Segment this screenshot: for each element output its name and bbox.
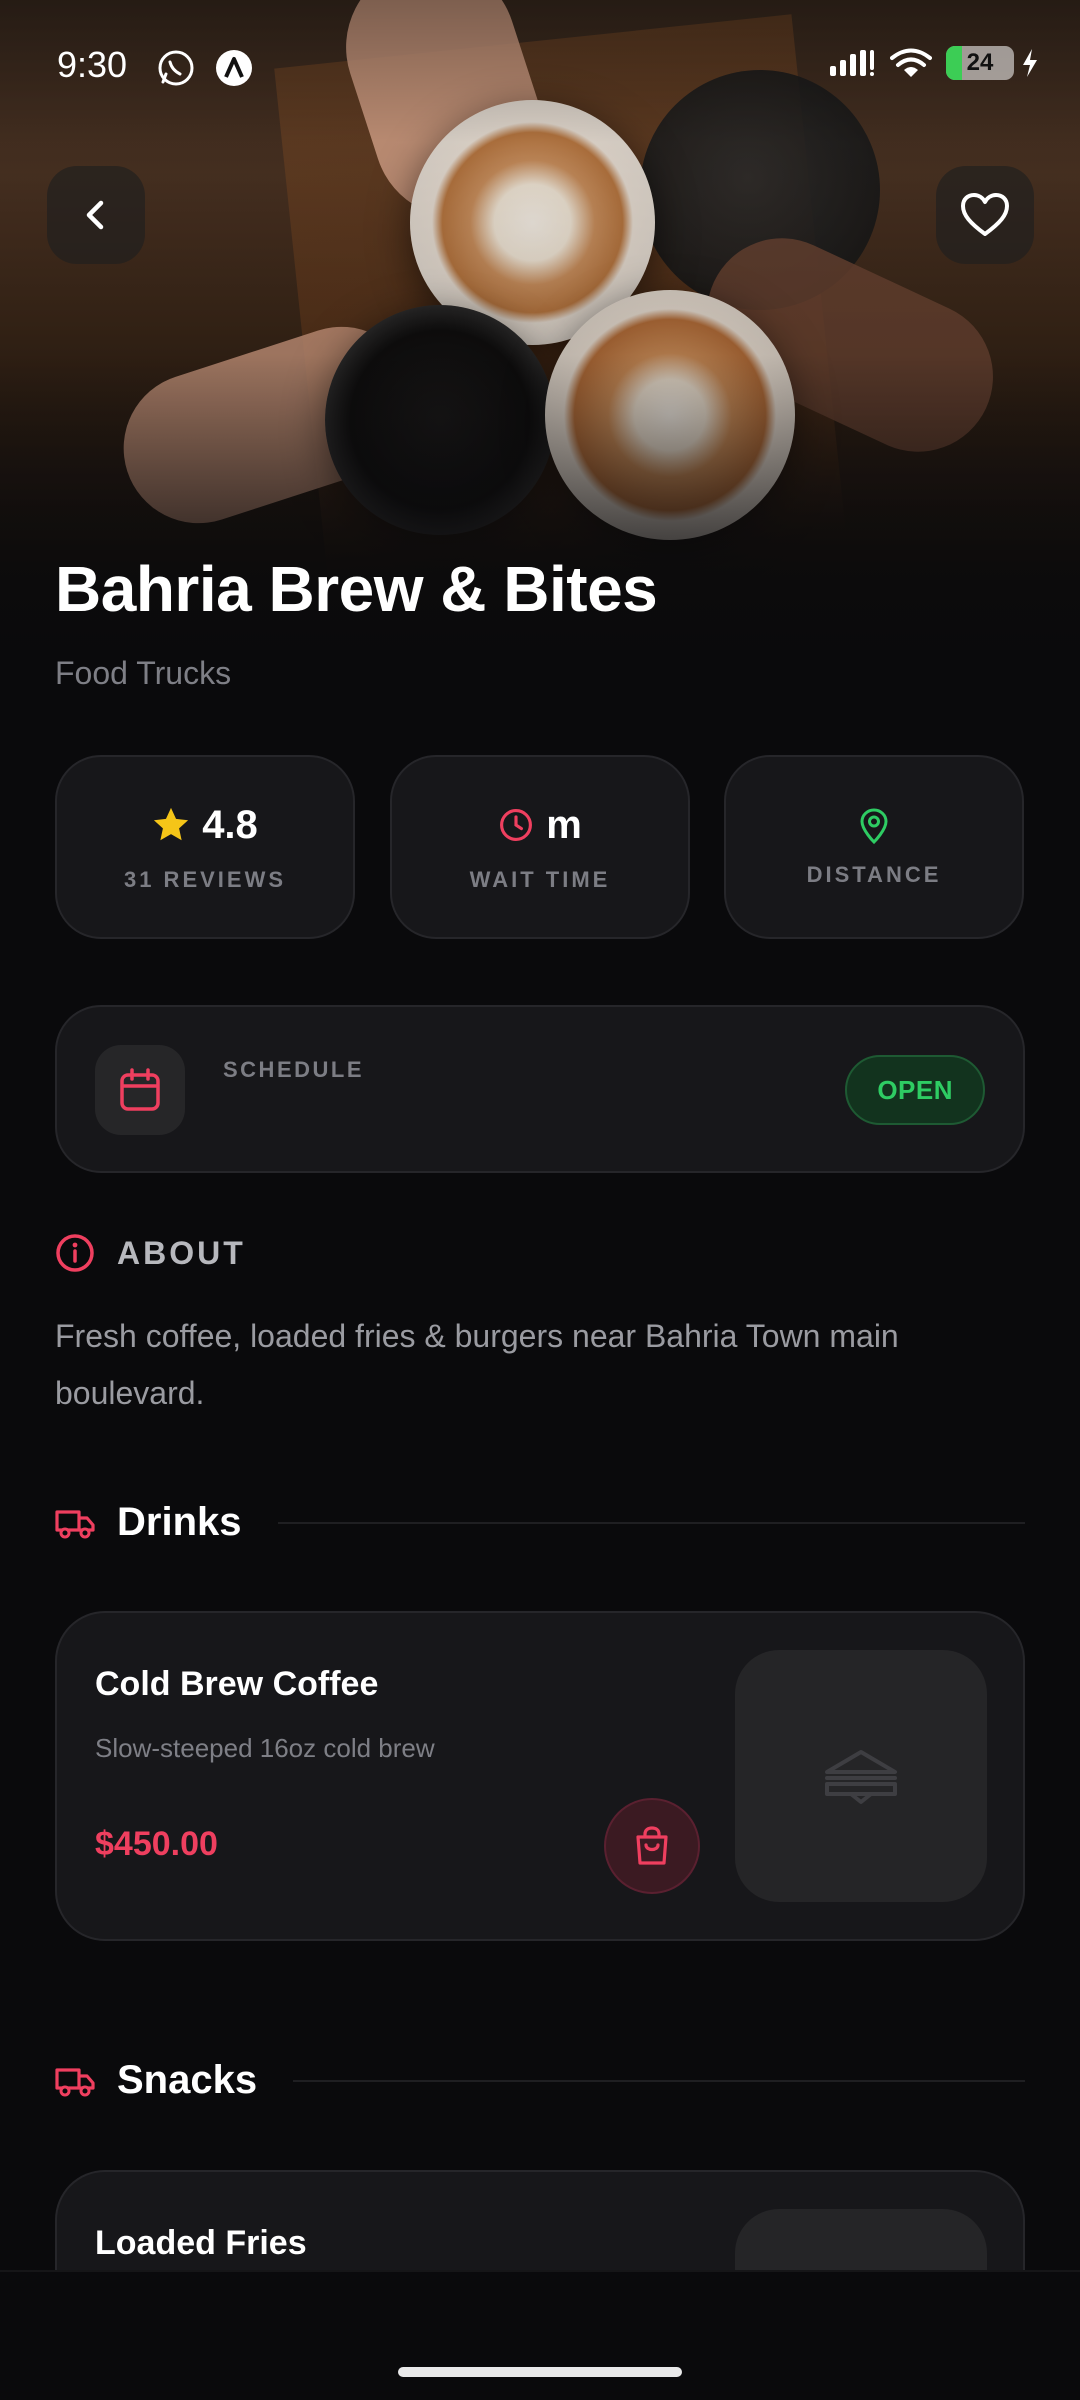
star-icon bbox=[154, 807, 189, 841]
menu-item-description: Slow-steeped 16oz cold brew bbox=[95, 1733, 435, 1763]
section-title-drinks: Drinks bbox=[117, 1500, 242, 1544]
charging-icon bbox=[1023, 49, 1037, 77]
menu-item-image-placeholder bbox=[735, 1650, 987, 1902]
section-title-snacks: Snacks bbox=[117, 2058, 258, 2102]
vendor-name: Bahria Brew & Bites bbox=[55, 553, 658, 625]
status-bar: 9:30 24 bbox=[0, 0, 1080, 130]
menu-item-card[interactable]: Cold Brew Coffee Slow-steeped 16oz cold … bbox=[55, 1611, 1025, 1941]
menu-item-price: $450.00 bbox=[95, 1825, 218, 1863]
heart-icon bbox=[961, 193, 1009, 236]
truck-icon bbox=[55, 2067, 95, 2096]
section-header-snacks: Snacks bbox=[55, 2058, 1025, 2103]
distance-label: DISTANCE bbox=[806, 862, 942, 887]
app-notification-icon bbox=[216, 50, 252, 86]
chevron-left-icon bbox=[86, 200, 104, 230]
status-time: 9:30 bbox=[57, 44, 128, 85]
about-title: ABOUT bbox=[117, 1234, 246, 1271]
shopping-bag-icon bbox=[636, 1826, 668, 1865]
about-description: Fresh coffee, loaded fries & burgers nea… bbox=[55, 1318, 899, 1411]
location-pin-icon bbox=[860, 808, 888, 844]
battery-level: 24 bbox=[966, 49, 994, 76]
bottom-bar bbox=[0, 2270, 1080, 2400]
calendar-icon bbox=[120, 1068, 160, 1111]
distance-card: DISTANCE bbox=[724, 755, 1024, 939]
home-indicator[interactable] bbox=[398, 2367, 682, 2377]
section-header-drinks: Drinks bbox=[55, 1500, 1025, 1545]
wait-time-value: m bbox=[546, 802, 582, 847]
battery-icon: 24 bbox=[946, 46, 1014, 80]
favorite-button[interactable] bbox=[936, 166, 1034, 264]
section-divider bbox=[277, 1521, 1025, 1524]
wait-time-card: m WAIT TIME bbox=[390, 755, 690, 939]
reviews-count: 31 REVIEWS bbox=[123, 867, 287, 892]
rating-card[interactable]: 4.8 31 REVIEWS bbox=[55, 755, 355, 939]
menu-item-card[interactable]: Loaded Fries bbox=[55, 2170, 1025, 2270]
schedule-label: SCHEDULE bbox=[223, 1057, 365, 1082]
wait-time-label: WAIT TIME bbox=[469, 867, 611, 892]
wifi-icon bbox=[890, 48, 932, 77]
whatsapp-icon bbox=[158, 50, 194, 86]
section-divider bbox=[293, 2079, 1025, 2082]
rating-value: 4.8 bbox=[202, 802, 258, 847]
open-status-badge: OPEN bbox=[845, 1055, 985, 1125]
about-heading: ABOUT bbox=[55, 1233, 246, 1273]
signal-icon bbox=[830, 50, 874, 76]
back-button[interactable] bbox=[47, 166, 145, 264]
calendar-icon-tile bbox=[95, 1045, 185, 1135]
menu-item-image-placeholder bbox=[735, 2209, 987, 2270]
add-to-cart-button[interactable] bbox=[604, 1798, 700, 1894]
info-icon bbox=[56, 1234, 94, 1272]
vendor-category: Food Trucks bbox=[55, 655, 232, 691]
sandwich-icon bbox=[825, 1750, 897, 1804]
schedule-card[interactable]: SCHEDULE OPEN bbox=[55, 1005, 1025, 1173]
truck-icon bbox=[55, 1509, 95, 1538]
clock-icon bbox=[500, 809, 533, 841]
menu-item-name: Loaded Fries bbox=[95, 2224, 307, 2262]
menu-item-name: Cold Brew Coffee bbox=[95, 1665, 379, 1703]
